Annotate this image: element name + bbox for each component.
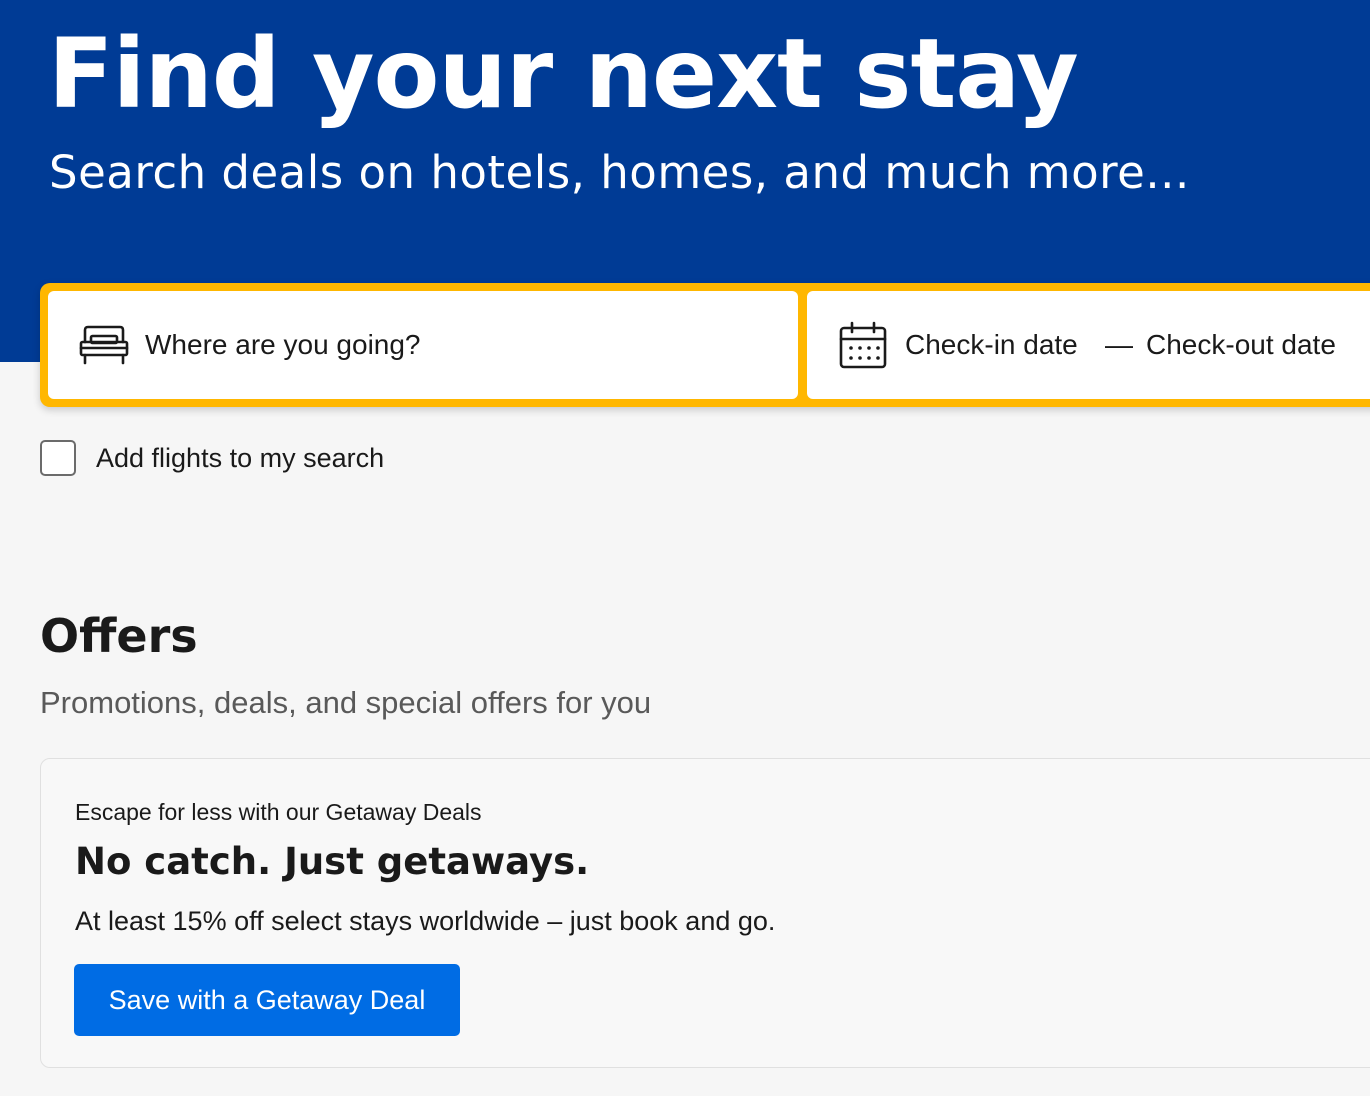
offers-title: Offers bbox=[40, 609, 198, 663]
hero-subtitle: Search deals on hotels, homes, and much … bbox=[49, 146, 1190, 199]
card-heading: No catch. Just getaways. bbox=[75, 840, 590, 883]
getaway-deal-card: Escape for less with our Getaway Deals N… bbox=[40, 758, 1370, 1068]
destination-field[interactable] bbox=[48, 291, 798, 399]
checkin-date-label[interactable]: Check-in date bbox=[905, 325, 1078, 365]
add-flights-label: Add flights to my search bbox=[96, 442, 385, 473]
add-flights-option[interactable]: Add flights to my search bbox=[40, 438, 384, 478]
getaway-deal-button[interactable]: Save with a Getaway Deal bbox=[74, 964, 460, 1036]
destination-input[interactable] bbox=[145, 327, 765, 363]
checkout-date-label[interactable]: Check-out date bbox=[1146, 325, 1336, 365]
hero-title: Find your next stay bbox=[48, 18, 1079, 130]
offers-subtitle: Promotions, deals, and special offers fo… bbox=[40, 685, 652, 720]
calendar-icon bbox=[839, 321, 887, 369]
dates-field[interactable]: Check-in date — Check-out date bbox=[807, 291, 1370, 399]
add-flights-checkbox[interactable] bbox=[40, 440, 76, 476]
card-eyebrow: Escape for less with our Getaway Deals bbox=[75, 799, 482, 825]
card-body: At least 15% off select stays worldwide … bbox=[75, 906, 776, 936]
date-separator: — bbox=[1105, 329, 1133, 360]
bed-icon bbox=[79, 325, 129, 365]
search-bar: Check-in date — Check-out date bbox=[40, 283, 1370, 407]
